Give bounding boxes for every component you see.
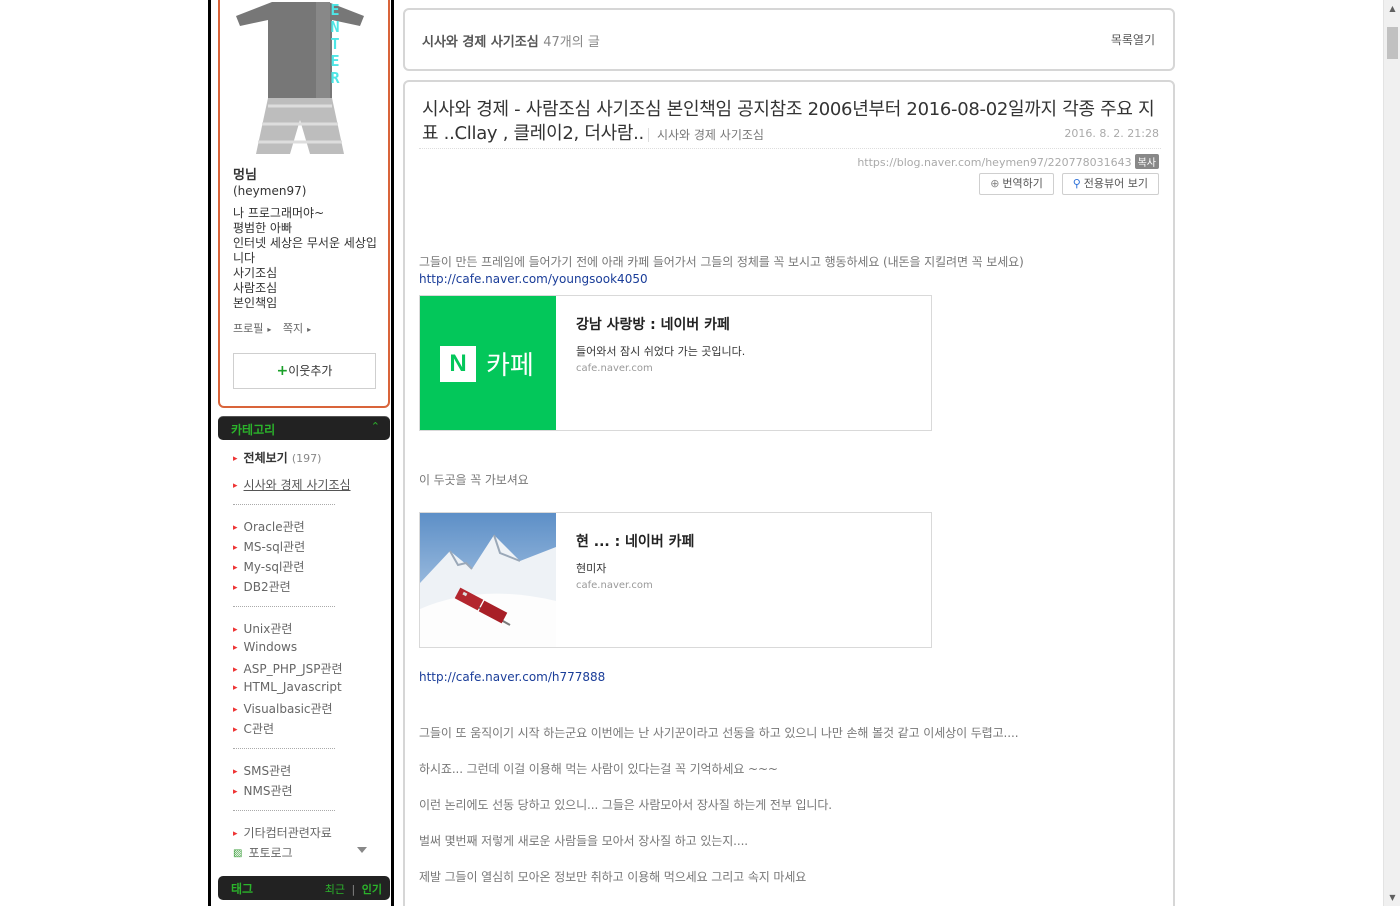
link-card-hyun[interactable]: 현 ... : 네이버 카페 현미자 cafe.naver.com [419,512,932,648]
profile-link[interactable]: 프로필 ▸ [233,322,275,335]
arrow-right-icon: ▸ [267,325,272,334]
link-card-title: 현 ... : 네이버 카페 [576,534,695,550]
search-icon: ⚲ [1072,177,1081,190]
profile-box: ENTER 멍님 (heymen97) 나 프로그래머야~ 평범한 아빠 인터넷… [218,0,390,408]
category-item[interactable]: Unix관련 [233,620,293,637]
scroll-thumb[interactable] [1387,27,1398,59]
category-all[interactable]: 전체보기 (197) [233,449,322,466]
profile-links: 프로필 ▸ 쪽지 ▸ [233,320,319,336]
tag-popular-link[interactable]: 인기 [362,883,382,896]
scroll-up-icon[interactable]: ▲ [1384,0,1400,17]
copy-url-button[interactable]: 복사 [1134,154,1159,169]
post-category-link[interactable]: 시사와 경제 사기조심 [647,128,764,142]
open-list-button[interactable]: 목록열기 [1111,31,1155,48]
naver-cafe-thumbnail: N 카페 [420,296,556,430]
vertical-scrollbar[interactable]: ▲ ▼ [1383,0,1400,906]
post-paragraph: 이 두곳을 꼭 가보셔요 [419,473,529,487]
profile-user-id: (heymen97) [233,184,307,198]
blog-page: ENTER 멍님 (heymen97) 나 프로그래머야~ 평범한 아빠 인터넷… [0,0,1400,906]
viewer-button[interactable]: ⚲ 전용뷰어 보기 [1061,173,1159,195]
category-item[interactable]: NMS관련 [233,782,293,799]
category-item[interactable]: My-sql관련 [233,558,305,575]
translate-button[interactable]: ⊕ 번역하기 [979,173,1054,195]
right-background [1183,0,1383,906]
link-card-domain: cafe.naver.com [576,580,653,591]
category-item[interactable]: C관련 [233,720,274,737]
post-paragraph: 이런 논리에도 선동 당하고 있으니... 그들은 사람모아서 장사질 하는게 … [419,798,833,812]
category-item[interactable]: Oracle관련 [233,518,305,535]
post-title: 시사와 경제 - 사람조심 사기조심 본인책임 공지참조 2006년부터 201… [422,99,1155,144]
category-item[interactable]: Visualbasic관련 [233,700,333,717]
tag-recent-link[interactable]: 최근 [325,883,345,896]
tag-header-title: 태그 [231,882,254,896]
left-background [0,0,208,906]
category-item-photolog[interactable]: 포토로그 [233,844,292,861]
collapse-icon[interactable]: ⌃ [371,420,380,433]
post-body: 시사와 경제 - 사람조심 사기조심 본인책임 공지참조 2006년부터 201… [403,80,1175,906]
plus-icon: + [276,363,289,379]
category-divider [233,810,335,811]
post-paragraph: 제발 그들이 열심히 모아온 정보만 취하고 이용해 먹으세요 그리고 속지 마… [419,870,807,884]
tag-header: 태그 최근 | 인기 [218,876,390,900]
profile-photo[interactable]: ENTER [232,2,368,154]
category-item[interactable]: ASP_PHP_JSP관련 [233,660,343,677]
main-content: 시사와 경제 사기조심 47개의 글 목록열기 시사와 경제 - 사람조심 사기… [394,0,1183,906]
category-divider [233,748,335,749]
category-item[interactable]: Windows [233,640,298,654]
cafe-logo-text: 카페 [486,351,534,381]
category-item[interactable]: 시사와 경제 사기조심 [233,476,351,493]
shirt-logo-text: ENTER [330,2,340,87]
link-card-title: 강남 사랑방 : 네이버 카페 [576,317,730,333]
add-friend-button[interactable]: +이웃추가 [233,353,376,389]
link-card-domain: cafe.naver.com [576,363,653,374]
category-divider [233,606,335,607]
post-paragraph: 벌써 몇번째 저렇게 새로운 사람들을 모아서 장사질 하고 있는지.... [419,834,749,848]
message-link[interactable]: 쪽지 ▸ [283,322,315,335]
post-url: https://blog.naver.com/heymen97/22077803… [857,154,1159,169]
link-card-gangnam[interactable]: N 카페 강남 사랑방 : 네이버 카페 들어와서 잠시 쉬었다 가는 곳입니다… [419,295,932,431]
category-item[interactable]: MS-sql관련 [233,538,306,555]
category-item[interactable]: 기타컴터관련자료 [233,824,332,841]
list-category-title[interactable]: 시사와 경제 사기조심 47개의 글 [422,31,600,50]
category-divider [233,504,335,505]
post-link[interactable]: http://cafe.naver.com/youngsook4050 [419,272,648,286]
dropdown-arrow-icon[interactable] [357,847,367,853]
category-header[interactable]: 카테고리 ⌃ [218,416,390,440]
post-tool-buttons: ⊕ 번역하기 ⚲ 전용뷰어 보기 [975,173,1159,195]
left-sidebar: ENTER 멍님 (heymen97) 나 프로그래머야~ 평범한 아빠 인터넷… [208,0,394,906]
naver-logo-icon: N [440,346,476,382]
link-card-description: 들어와서 잠시 쉬었다 가는 곳입니다. [576,345,746,358]
tag-sort-links: 최근 | 인기 [325,881,382,897]
title-divider [419,148,1161,149]
profile-nickname: 멍님 [233,168,257,183]
globe-icon: ⊕ [990,177,1000,190]
snow-train-thumbnail [420,513,556,647]
category-item[interactable]: DB2관련 [233,578,291,595]
tag-separator: | [351,883,356,896]
post-list-bar: 시사와 경제 사기조심 47개의 글 목록열기 [403,8,1175,71]
category-header-title: 카테고리 [231,423,276,437]
post-paragraph: 하시죠... 그런데 이걸 이용해 먹는 사람이 있다는걸 꼭 기억하세요 ~~… [419,762,778,776]
post-link[interactable]: http://cafe.naver.com/h777888 [419,670,605,684]
profile-intro: 나 프로그래머야~ 평범한 아빠 인터넷 세상은 무서운 세상입니다 사기조심 … [233,206,377,310]
link-card-description: 현미자 [576,562,607,575]
scroll-down-icon[interactable]: ▼ [1384,889,1400,906]
category-item[interactable]: HTML_Javascript [233,680,342,694]
post-paragraph: 그들이 또 움직이기 시작 하는군요 이번에는 난 사기꾼이라고 선동을 하고 … [419,726,1019,740]
arrow-right-icon: ▸ [307,325,312,334]
post-date: 2016. 8. 2. 21:28 [1064,127,1159,140]
category-item[interactable]: SMS관련 [233,762,292,779]
post-paragraph: 그들이 만든 프레임에 들어가기 전에 아래 카페 들어가서 그들의 정체를 꼭… [419,255,1024,269]
